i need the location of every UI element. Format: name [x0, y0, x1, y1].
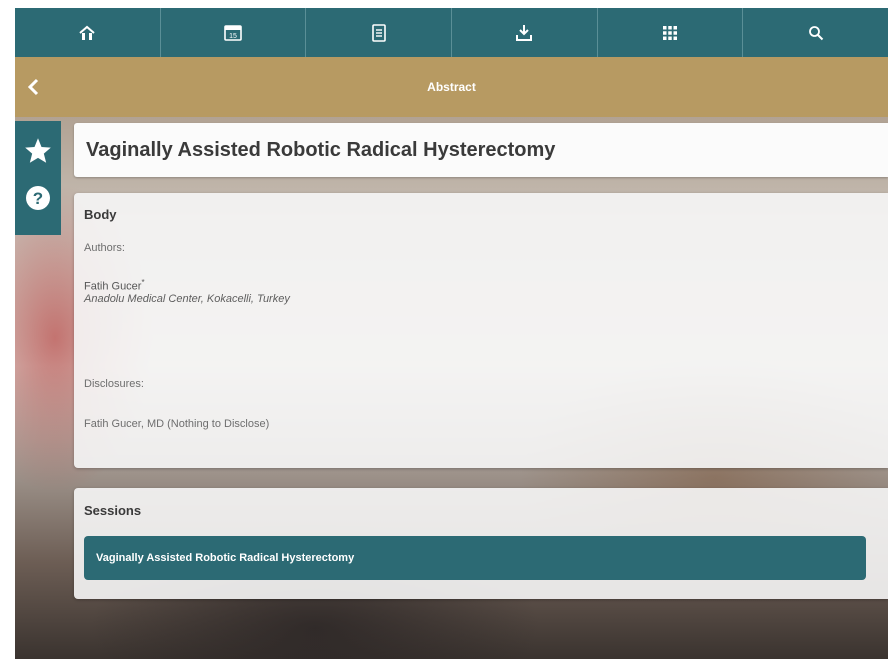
author-affiliation: Anadolu Medical Center, Kokacelli, Turke… — [84, 293, 290, 305]
title-bar: Abstract — [15, 57, 888, 117]
body-card: Body Authors: Fatih Gucer* Anadolu Medic… — [74, 193, 888, 468]
home-icon — [79, 25, 95, 40]
page-title: Abstract — [427, 80, 476, 94]
calendar-day-number: 15 — [229, 33, 237, 40]
nav-calendar-button[interactable]: 15 — [161, 8, 307, 57]
side-action-rail: ? — [15, 121, 61, 235]
download-icon — [516, 24, 533, 41]
session-link[interactable]: Vaginally Assisted Robotic Radical Hyste… — [84, 536, 866, 580]
calendar-icon: 15 — [224, 25, 242, 41]
abstract-title-card: Vaginally Assisted Robotic Radical Hyste… — [74, 123, 888, 177]
help-icon: ? — [26, 186, 50, 210]
nav-search-button[interactable] — [743, 8, 888, 57]
nav-home-button[interactable] — [15, 8, 161, 57]
author-name[interactable]: Fatih Gucer — [84, 281, 141, 293]
nav-schedule-button[interactable] — [306, 8, 453, 57]
favorite-button[interactable] — [15, 127, 61, 173]
search-icon — [808, 25, 823, 40]
star-icon — [25, 137, 51, 163]
schedule-icon — [371, 23, 386, 42]
author-row: Fatih Gucer* — [84, 278, 145, 293]
nav-grid-button[interactable] — [598, 8, 744, 57]
top-nav-bar: 15 — [15, 8, 888, 57]
nav-download-button[interactable] — [452, 8, 598, 57]
sessions-heading: Sessions — [84, 503, 142, 518]
author-marker: * — [141, 278, 145, 287]
authors-label: Authors: — [84, 242, 125, 254]
help-button[interactable]: ? — [15, 175, 61, 221]
session-link-label: Vaginally Assisted Robotic Radical Hyste… — [96, 552, 355, 564]
grid-menu-icon — [663, 25, 678, 40]
abstract-title: Vaginally Assisted Robotic Radical Hyste… — [86, 138, 556, 161]
disclosures-label: Disclosures: — [84, 378, 144, 390]
svg-text:?: ? — [33, 189, 43, 208]
disclosure-text: Fatih Gucer, MD (Nothing to Disclose) — [84, 418, 270, 430]
back-button[interactable] — [21, 73, 45, 101]
body-heading: Body — [84, 207, 117, 222]
app-frame: 15 Abstract ? Vaginally Assisted Robotic… — [15, 8, 888, 659]
sessions-card: Sessions Vaginally Assisted Robotic Radi… — [74, 488, 888, 599]
chevron-left-icon — [27, 78, 39, 96]
